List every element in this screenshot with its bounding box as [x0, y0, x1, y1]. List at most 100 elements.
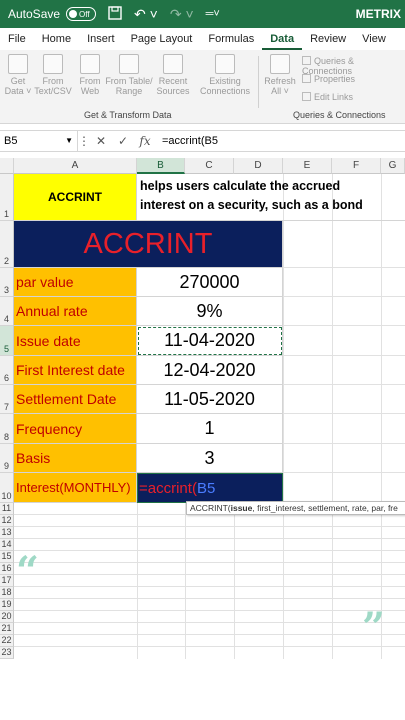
value-basis[interactable]: 3: [137, 444, 283, 473]
properties-button[interactable]: Properties: [302, 74, 355, 84]
label-issue-date[interactable]: Issue date: [14, 326, 137, 356]
queries-connections-button[interactable]: Queries & Connections: [302, 56, 405, 76]
formula-cell-b10[interactable]: =accrint(B5: [137, 473, 283, 503]
row-header-9[interactable]: 9: [0, 444, 14, 473]
from-text-csv-button[interactable]: From Text/CSV: [34, 54, 72, 96]
get-data-button[interactable]: Get Data ˅: [0, 54, 36, 96]
row-header-12[interactable]: 12: [0, 515, 14, 527]
row-header-7[interactable]: 7: [0, 385, 14, 414]
value-frequency[interactable]: 1: [137, 414, 283, 444]
row-header-22[interactable]: 22: [0, 635, 14, 647]
row-header-17[interactable]: 17: [0, 575, 14, 587]
link-icon: [302, 92, 311, 101]
cell-a1[interactable]: ACCRINT: [14, 174, 137, 221]
label-basis[interactable]: Basis: [14, 444, 137, 473]
column-header-g[interactable]: G: [381, 158, 405, 174]
row-header-13[interactable]: 13: [0, 527, 14, 539]
insert-function-icon[interactable]: fx: [134, 134, 156, 148]
value-first-interest-date[interactable]: 12-04-2020: [137, 356, 283, 385]
row-header-4[interactable]: 4: [0, 297, 14, 326]
gridline: [283, 443, 405, 444]
row-header-18[interactable]: 18: [0, 587, 14, 599]
label-par-value[interactable]: par value: [14, 268, 137, 297]
gridline: [14, 538, 405, 539]
column-header-f[interactable]: F: [332, 158, 381, 174]
row-header-16[interactable]: 16: [0, 563, 14, 575]
gridline: [283, 472, 405, 473]
value-settlement-date[interactable]: 11-05-2020: [137, 385, 283, 414]
tab-formulas[interactable]: Formulas: [200, 28, 262, 50]
label-frequency[interactable]: Frequency: [14, 414, 137, 444]
value-par-value[interactable]: 270000: [137, 268, 283, 297]
recent-sources-button[interactable]: Recent Sources: [154, 54, 192, 96]
row-header-5[interactable]: 5: [0, 326, 14, 356]
from-web-button[interactable]: From Web: [72, 54, 108, 96]
row-header-14[interactable]: 14: [0, 539, 14, 551]
tab-data[interactable]: Data: [262, 28, 303, 50]
formula-reference-text: B5: [196, 479, 216, 497]
tab-review[interactable]: Review: [302, 28, 354, 50]
name-box[interactable]: B5 ▼: [0, 131, 78, 151]
column-header-e[interactable]: E: [283, 158, 332, 174]
close-quote-icon: ”: [362, 604, 386, 651]
tab-view[interactable]: View: [354, 28, 394, 50]
row-header-10[interactable]: 10: [0, 473, 14, 503]
select-all-corner[interactable]: [0, 158, 14, 174]
row-header-3[interactable]: 3: [0, 268, 14, 297]
row-header-21[interactable]: 21: [0, 623, 14, 635]
existing-connections-button[interactable]: Existing Connections: [196, 54, 254, 96]
function-tooltip: ACCRINT(issue, first_interest, settlemen…: [186, 501, 405, 515]
save-icon[interactable]: [108, 6, 122, 22]
row-header-1[interactable]: 1: [0, 174, 14, 221]
tab-file[interactable]: File: [0, 28, 34, 50]
enter-icon[interactable]: ✓: [112, 134, 134, 148]
tab-page-layout[interactable]: Page Layout: [123, 28, 201, 50]
gridline: [14, 574, 405, 575]
gridline: [283, 413, 405, 414]
gridline: [283, 267, 405, 268]
gridline: [14, 634, 405, 635]
gridline: [14, 610, 405, 611]
undo-icon[interactable]: ↶ ˅: [134, 7, 158, 21]
title-bar: AutoSave Off ↶ ˅ ↷ ˅ ═˅ METRIX: [0, 0, 405, 28]
tab-insert[interactable]: Insert: [79, 28, 123, 50]
value-issue-date[interactable]: 11-04-2020: [137, 326, 283, 356]
refresh-icon: [270, 54, 290, 74]
value-annual-rate[interactable]: 9%: [137, 297, 283, 326]
refresh-all-button[interactable]: Refresh All ˅: [262, 54, 298, 96]
recent-icon: [163, 54, 183, 74]
customize-icon[interactable]: ═˅: [206, 8, 220, 20]
redo-icon[interactable]: ↷ ˅: [170, 7, 194, 21]
row-header-8[interactable]: 8: [0, 414, 14, 444]
column-header-a[interactable]: A: [14, 158, 137, 174]
label-interest-monthly[interactable]: Interest(MONTHLY): [14, 473, 137, 503]
row-header-2[interactable]: 2: [0, 221, 14, 268]
label-first-interest-date[interactable]: First Interest date: [14, 356, 137, 385]
ribbon-tabs: File Home Insert Page Layout Formulas Da…: [0, 28, 405, 50]
column-header-c[interactable]: C: [185, 158, 234, 174]
row-header-6[interactable]: 6: [0, 356, 14, 385]
tab-home[interactable]: Home: [34, 28, 79, 50]
row-header-19[interactable]: 19: [0, 599, 14, 611]
column-header-b[interactable]: B: [137, 158, 185, 174]
web-icon: [80, 54, 100, 74]
edit-links-button[interactable]: Edit Links: [302, 92, 353, 102]
title-banner[interactable]: ACCRINT: [14, 221, 283, 268]
cancel-icon[interactable]: ✕: [90, 134, 112, 148]
autosave-toggle[interactable]: Off: [66, 7, 97, 21]
row-header-11[interactable]: 11: [0, 503, 14, 515]
autosave-label: AutoSave: [8, 7, 61, 21]
open-quote-icon: “: [16, 548, 40, 595]
label-annual-rate[interactable]: Annual rate: [14, 297, 137, 326]
from-table-range-button[interactable]: From Table/Range: [104, 54, 154, 96]
row-header-15[interactable]: 15: [0, 551, 14, 563]
label-settlement-date[interactable]: Settlement Date: [14, 385, 137, 414]
row-header-20[interactable]: 20: [0, 611, 14, 623]
row-header-23[interactable]: 23: [0, 647, 14, 659]
formula-input[interactable]: =accrint(B5: [162, 135, 218, 147]
column-header-d[interactable]: D: [234, 158, 283, 174]
cell-b1[interactable]: helps users calculate the accrued intere…: [137, 174, 405, 221]
gridline: [14, 550, 405, 551]
more-icon: ⋮: [78, 134, 90, 148]
group-label-queries: Queries & Connections: [293, 110, 386, 120]
